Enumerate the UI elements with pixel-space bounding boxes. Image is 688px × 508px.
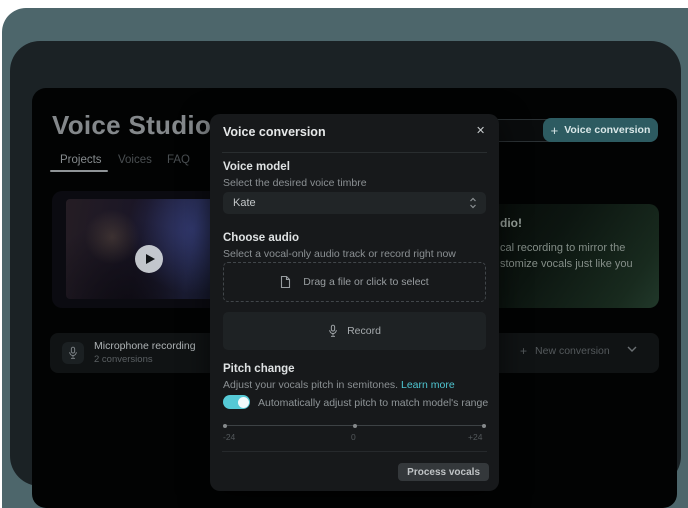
slider-max-label: +24 (468, 432, 482, 442)
choose-audio-label: Choose audio (223, 232, 299, 244)
modal-title: Voice conversion (223, 125, 326, 139)
voice-model-label: Voice model (223, 161, 290, 173)
learn-more-link[interactable]: Learn more (401, 379, 455, 391)
page-title: Voice Studio (52, 110, 211, 141)
microphone-icon-box (62, 342, 84, 364)
app-screen: Voice Studio Projects Voices FAQ + Voice… (32, 88, 677, 508)
voice-conversion-button-label: Voice conversion (564, 124, 650, 136)
slider-thumb[interactable] (353, 424, 357, 428)
voice-conversion-modal: Voice conversion ✕ Voice model Select th… (210, 114, 499, 491)
pitch-change-label: Pitch change (223, 363, 295, 375)
file-dropzone[interactable]: Drag a file or click to select (223, 262, 486, 302)
microphone-icon (68, 346, 78, 360)
divider (222, 451, 487, 452)
new-conversion-label: New conversion (535, 345, 610, 357)
microphone-icon (328, 324, 338, 338)
page-backdrop: Voice Studio Projects Voices FAQ + Voice… (2, 8, 688, 508)
slider-min-label: -24 (223, 432, 235, 442)
video-thumbnail[interactable] (66, 199, 220, 299)
slider-dot-max[interactable] (482, 424, 486, 428)
close-icon[interactable]: ✕ (476, 124, 485, 137)
play-icon (146, 254, 155, 264)
welcome-heading: dio! (500, 216, 522, 230)
choose-audio-hint: Select a vocal-only audio track or recor… (223, 248, 456, 260)
record-button[interactable]: Record (223, 312, 486, 350)
auto-pitch-toggle-label: Automatically adjust pitch to match mode… (258, 397, 488, 409)
welcome-body-line: stomize vocals just like you (500, 258, 633, 270)
pitch-change-hint: Adjust your vocals pitch in semitones. L… (223, 379, 455, 391)
recording-title: Microphone recording (94, 340, 196, 352)
play-button[interactable] (135, 245, 163, 273)
voice-model-select[interactable]: Kate (223, 192, 486, 214)
chevron-down-icon[interactable] (626, 345, 638, 353)
new-conversion-button[interactable]: + New conversion (520, 344, 610, 358)
divider (222, 152, 487, 153)
slider-mid-label: 0 (351, 432, 356, 442)
process-vocals-label: Process vocals (407, 467, 480, 478)
tab-projects[interactable]: Projects (60, 154, 102, 166)
voice-model-selected-value: Kate (233, 197, 256, 209)
voice-conversion-button[interactable]: + Voice conversion (543, 118, 658, 142)
select-stepper-icon (469, 196, 477, 210)
slider-dot-min[interactable] (223, 424, 227, 428)
recording-subtitle: 2 conversions (94, 354, 153, 365)
dropzone-label: Drag a file or click to select (303, 276, 428, 288)
tab-voices[interactable]: Voices (118, 154, 152, 166)
auto-pitch-toggle[interactable] (223, 395, 250, 409)
file-icon (280, 275, 291, 289)
record-button-label: Record (347, 325, 381, 337)
device-frame: Voice Studio Projects Voices FAQ + Voice… (10, 41, 681, 486)
pitch-slider[interactable] (223, 425, 486, 426)
pitch-hint-text: Adjust your vocals pitch in semitones. (223, 379, 401, 391)
welcome-body-line: cal recording to mirror the (500, 242, 625, 254)
process-vocals-button[interactable]: Process vocals (398, 463, 489, 481)
plus-icon: + (520, 344, 527, 358)
plus-icon: + (551, 124, 559, 137)
active-tab-underline (50, 170, 108, 172)
voice-model-hint: Select the desired voice timbre (223, 177, 367, 189)
toggle-knob (238, 397, 249, 408)
tab-faq[interactable]: FAQ (167, 154, 190, 166)
